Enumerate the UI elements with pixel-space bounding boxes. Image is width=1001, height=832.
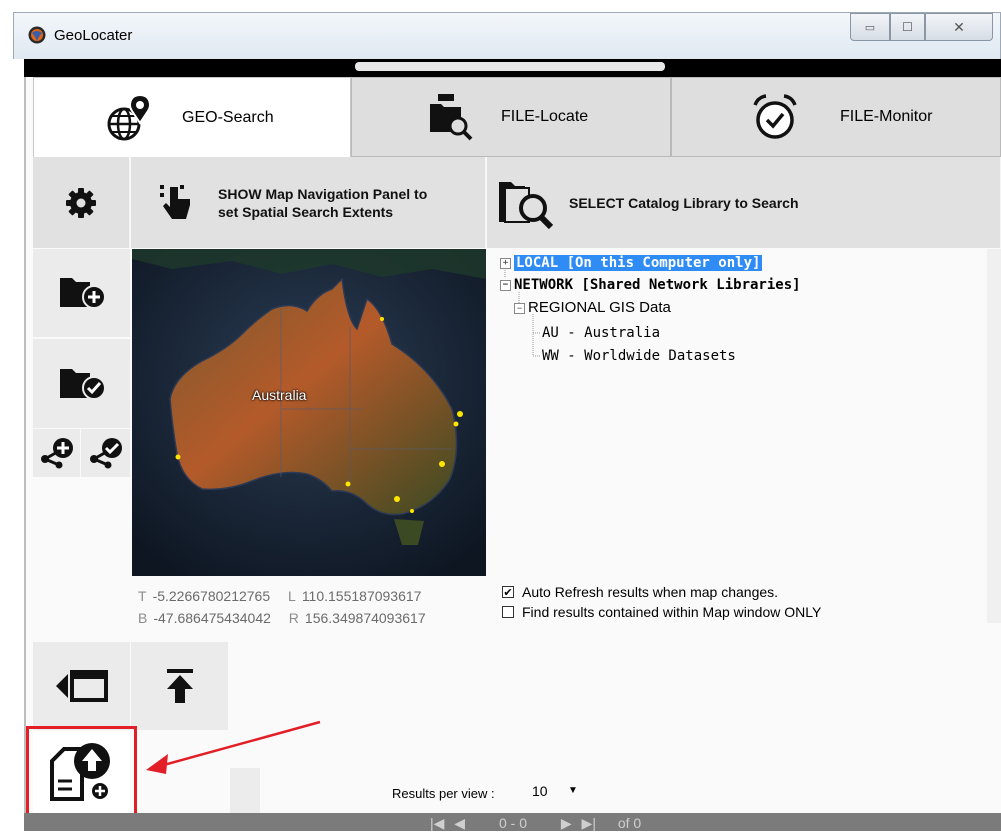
auto-refresh-checkbox[interactable]: ✔ (502, 586, 514, 599)
tree-node-local-label: LOCAL [On this Computer only] (514, 255, 763, 271)
close-icon: ✕ (953, 18, 965, 35)
tree-node-network[interactable]: − NETWORK [Shared Network Libraries] (500, 274, 801, 296)
results-per-view-value[interactable]: 10 (532, 783, 548, 799)
tab-file-monitor[interactable]: FILE-Monitor (671, 77, 1001, 157)
map-view[interactable]: Australia (132, 249, 486, 576)
first-page-icon[interactable]: |◀ (430, 815, 444, 831)
alarm-clock-icon (753, 94, 797, 139)
globe-pin-icon (107, 93, 151, 140)
scroll-top-button[interactable] (131, 642, 228, 730)
right-value: 156.349874093617 (304, 610, 426, 626)
contained-only-option[interactable]: Find results contained within Map window… (502, 604, 821, 620)
collapse-icon[interactable]: − (514, 302, 525, 314)
folder-search-icon (430, 94, 473, 141)
expand-icon[interactable]: + (500, 257, 511, 269)
maximize-icon: ☐ (902, 20, 913, 34)
show-map-navigation-button[interactable]: SHOW Map Navigation Panel to set Spatial… (131, 157, 486, 248)
auto-refresh-option[interactable]: ✔ Auto Refresh results when map changes. (502, 584, 778, 600)
tree-node-local[interactable]: + LOCAL [On this Computer only] (500, 252, 763, 274)
folder-add-icon (59, 278, 106, 309)
contained-only-checkbox[interactable] (502, 606, 514, 618)
tree-node-ww[interactable]: WW - Worldwide Datasets (542, 345, 736, 367)
tab-file-monitor-label: FILE-Monitor (840, 108, 933, 125)
add-folder-button[interactable] (33, 249, 130, 338)
tree-node-au-label: AU - Australia (542, 325, 661, 341)
tree-node-network-label: NETWORK [Shared Network Libraries] (514, 277, 801, 293)
left-value: 110.155187093617 (301, 588, 422, 604)
bottom-key: B (138, 610, 148, 626)
tree-node-au[interactable]: AU - Australia (542, 322, 660, 344)
tab-file-locate[interactable]: FILE-Locate (351, 77, 671, 157)
validate-folder-button[interactable] (33, 339, 130, 428)
collapse-panel-icon (55, 670, 108, 702)
pager: |◀ ◀ 0 - 0 ▶ ▶| of 0 (430, 815, 641, 832)
top-key: T (138, 588, 147, 604)
tab-file-locate-label: FILE-Locate (501, 108, 589, 125)
last-page-icon[interactable]: ▶| (582, 815, 596, 831)
tree-node-regional[interactable]: − REGIONAL GIS Data (514, 297, 671, 319)
right-key: R (288, 610, 299, 626)
left-key: L (288, 588, 296, 604)
title-bar: GeoLocater ▭ ☐ ✕ (13, 12, 1001, 59)
close-button[interactable]: ✕ (925, 13, 993, 41)
navigation-label-line1: SHOW Map Navigation Panel to (218, 185, 428, 202)
touch-gesture-icon (160, 184, 190, 219)
navigation-label-line2: set Spatial Search Extents (218, 203, 394, 220)
gear-icon (66, 187, 96, 218)
window-title: GeoLocater (54, 27, 133, 44)
page-total: of 0 (617, 815, 642, 831)
map-region-label: Australia (252, 387, 307, 403)
tree-node-ww-label: WW - Worldwide Datasets (542, 348, 736, 364)
app-window: GeoLocater ▭ ☐ ✕ GEO-Search FILE-Locate … (0, 0, 1001, 831)
splitter-handle[interactable] (355, 62, 665, 71)
top-value: -5.2266780212765 (152, 588, 271, 604)
add-share-button[interactable] (33, 429, 80, 477)
auto-refresh-label: Auto Refresh results when map changes. (522, 584, 779, 600)
share-add-icon (40, 438, 73, 469)
validate-share-button[interactable] (81, 429, 130, 477)
share-check-icon (89, 438, 122, 469)
tree-node-regional-label: REGIONAL GIS Data (528, 299, 671, 316)
chevron-down-icon[interactable]: ▼ (568, 785, 578, 796)
australia-map-image (132, 249, 486, 576)
contained-only-label: Find results contained within Map window… (522, 604, 822, 620)
select-catalog-button[interactable]: SELECT Catalog Library to Search (487, 157, 1001, 248)
toggle-panel-button[interactable] (33, 642, 130, 730)
minimize-icon: ▭ (864, 21, 876, 34)
tab-geo-search-label: GEO-Search (182, 108, 274, 126)
folder-search-icon (499, 181, 554, 229)
catalog-label: SELECT Catalog Library to Search (569, 194, 799, 211)
folder-check-icon (59, 368, 106, 400)
maximize-button[interactable]: ☐ (890, 13, 925, 41)
upload-arrow-icon (166, 669, 193, 703)
prev-page-icon[interactable]: ◀ (454, 815, 465, 831)
bottom-value: -47.686475434042 (153, 610, 271, 626)
app-logo-icon (28, 26, 46, 44)
vertical-scrollbar[interactable] (987, 249, 1001, 623)
annotation-arrow (146, 720, 321, 774)
results-per-view-label: Results per view : (392, 786, 495, 801)
settings-button[interactable] (33, 157, 130, 248)
annotation-highlight-box (26, 726, 137, 820)
extent-coordinates: T -5.2266780212765 L 110.155187093617 B -47… (138, 585, 426, 629)
tab-geo-search[interactable]: GEO-Search (33, 77, 351, 157)
next-page-icon[interactable]: ▶ (561, 815, 572, 831)
minimize-button[interactable]: ▭ (850, 13, 890, 41)
page-range: 0 - 0 (498, 815, 527, 831)
collapse-icon[interactable]: − (500, 279, 511, 291)
